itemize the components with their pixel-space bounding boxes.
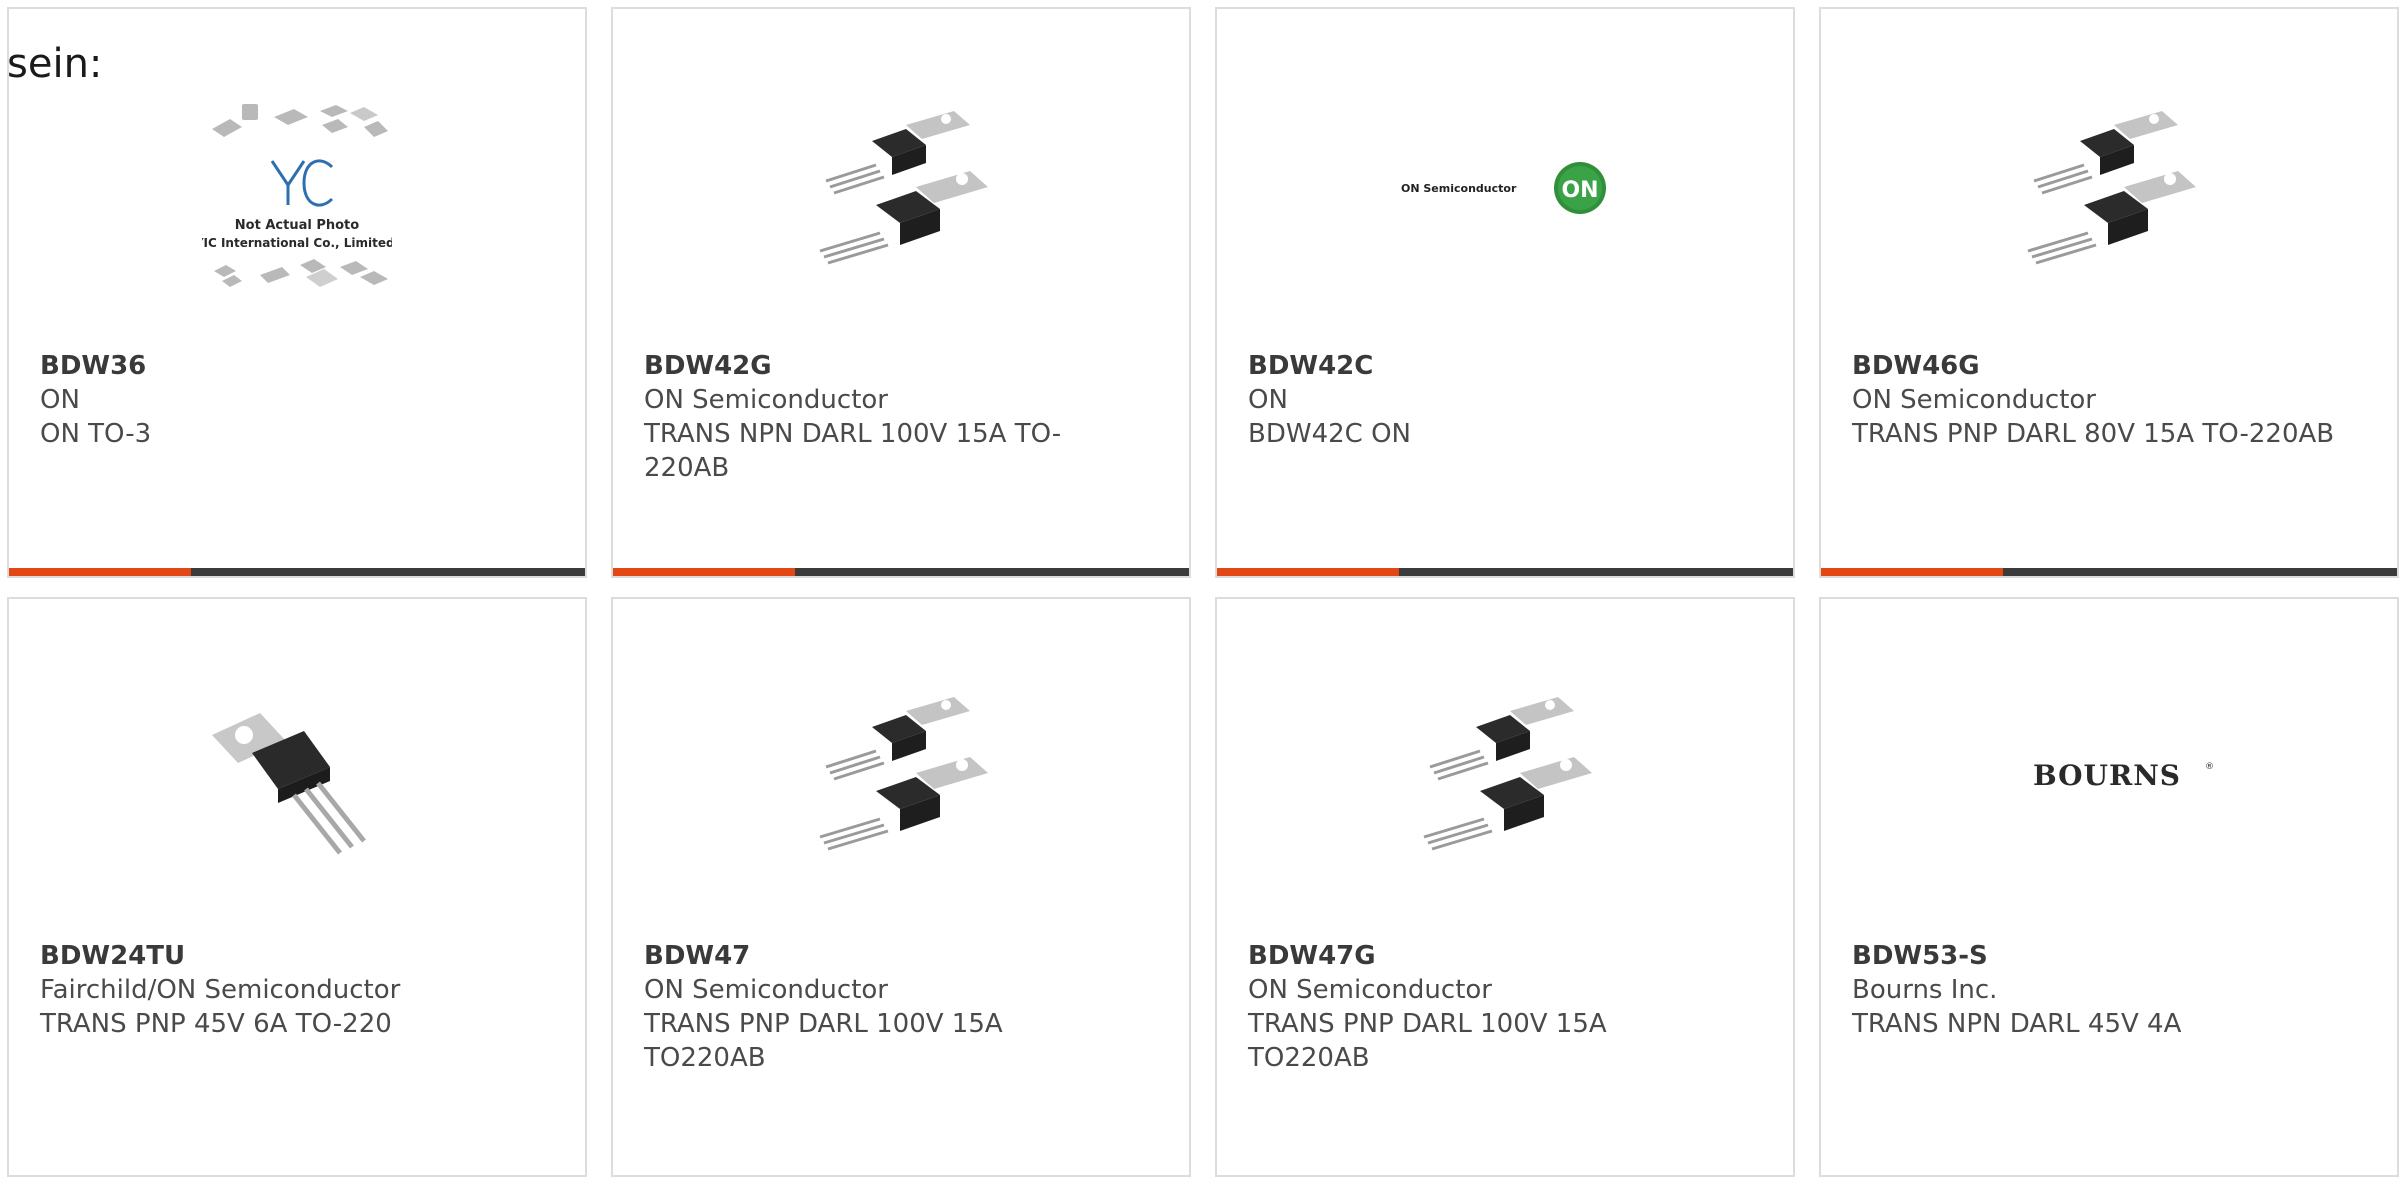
product-grid: Not Actual Photo YIC International Co., … bbox=[0, 0, 2400, 1177]
product-card[interactable]: BDW47G ON Semiconductor TRANS PNP DARL 1… bbox=[1215, 597, 1795, 1177]
description: TRANS PNP DARL 80V 15A TO-220AB bbox=[1852, 419, 2335, 449]
product-image bbox=[2014, 91, 2204, 281]
product-card[interactable]: Not Actual Photo YIC International Co., … bbox=[7, 7, 587, 578]
to220-pair-image bbox=[819, 111, 988, 265]
description: TRANS PNP DARL 100V 15A TO220AB bbox=[644, 1009, 1003, 1073]
part-number[interactable]: BDW24TU bbox=[40, 939, 525, 973]
svg-text:BOURNS: BOURNS bbox=[2033, 759, 2181, 792]
manufacturer: ON Semiconductor bbox=[1248, 975, 1492, 1005]
part-number[interactable]: BDW46G bbox=[1852, 349, 2337, 383]
manufacturer: ON Semiconductor bbox=[644, 385, 888, 415]
manufacturer: Bourns Inc. bbox=[1852, 975, 1998, 1005]
product-card[interactable]: BDW24TU Fairchild/ON Semiconductor TRANS… bbox=[7, 597, 587, 1177]
svg-text:ON Semiconductor: ON Semiconductor bbox=[1401, 182, 1517, 195]
manufacturer: ON Semiconductor bbox=[644, 975, 888, 1005]
svg-text:®: ® bbox=[2205, 762, 2214, 772]
to220-pair-image bbox=[2027, 111, 2196, 265]
description: BDW42C ON bbox=[1248, 419, 1411, 449]
card-footer-bar bbox=[9, 568, 585, 576]
description: TRANS NPN DARL 45V 4A bbox=[1852, 1009, 2182, 1039]
svg-text:YIC International Co., Limited: YIC International Co., Limited. bbox=[202, 236, 392, 250]
description: ON TO-3 bbox=[40, 419, 152, 449]
part-number[interactable]: BDW36 bbox=[40, 349, 525, 383]
yic-placeholder-image: Not Actual Photo YIC International Co., … bbox=[202, 104, 392, 287]
to220-pair-image bbox=[1423, 697, 1592, 851]
on-semiconductor-logo: ON Semiconductor ON bbox=[1401, 162, 1606, 214]
description: TRANS PNP DARL 100V 15A TO220AB bbox=[1248, 1009, 1607, 1073]
manufacturer: ON bbox=[1248, 385, 1288, 415]
product-image bbox=[1410, 677, 1600, 867]
description: TRANS NPN DARL 100V 15A TO-220AB bbox=[644, 419, 1062, 483]
manufacturer: Fairchild/ON Semiconductor bbox=[40, 975, 401, 1005]
product-image: Not Actual Photo YIC International Co., … bbox=[202, 99, 392, 289]
bourns-logo: BOURNS ® bbox=[2033, 759, 2214, 792]
svg-text:ON: ON bbox=[1561, 178, 1598, 203]
product-card[interactable]: BDW42G ON Semiconductor TRANS NPN DARL 1… bbox=[611, 7, 1191, 578]
card-footer-bar bbox=[613, 568, 1189, 576]
card-footer-bar bbox=[1821, 568, 2397, 576]
product-card[interactable]: ON Semiconductor ON BDW42C ON BDW42C ON bbox=[1215, 7, 1795, 578]
part-number[interactable]: BDW42C bbox=[1248, 349, 1733, 383]
product-image: ON Semiconductor ON bbox=[1395, 91, 1615, 281]
product-card[interactable]: BOURNS ® BDW53-S Bourns Inc. TRANS NPN D… bbox=[1819, 597, 2399, 1177]
svg-text:Not Actual Photo: Not Actual Photo bbox=[235, 218, 359, 233]
part-number[interactable]: BDW53-S bbox=[1852, 939, 2337, 973]
part-number[interactable]: BDW42G bbox=[644, 349, 1129, 383]
product-card[interactable]: BDW46G ON Semiconductor TRANS PNP DARL 8… bbox=[1819, 7, 2399, 578]
part-number[interactable]: BDW47G bbox=[1248, 939, 1733, 973]
card-footer-bar bbox=[1217, 568, 1793, 576]
manufacturer: ON bbox=[40, 385, 80, 415]
part-number[interactable]: BDW47 bbox=[644, 939, 1129, 973]
to220-pair-image bbox=[819, 697, 988, 851]
product-image bbox=[806, 91, 996, 281]
product-card[interactable]: BDW47 ON Semiconductor TRANS PNP DARL 10… bbox=[611, 597, 1191, 1177]
manufacturer: ON Semiconductor bbox=[1852, 385, 2096, 415]
product-image bbox=[202, 677, 392, 867]
product-image bbox=[806, 677, 996, 867]
product-image: BOURNS ® bbox=[1999, 677, 2219, 867]
to220-single-image bbox=[212, 713, 366, 855]
description: TRANS PNP 45V 6A TO-220 bbox=[40, 1009, 392, 1039]
lead-text: sein: bbox=[7, 41, 103, 87]
